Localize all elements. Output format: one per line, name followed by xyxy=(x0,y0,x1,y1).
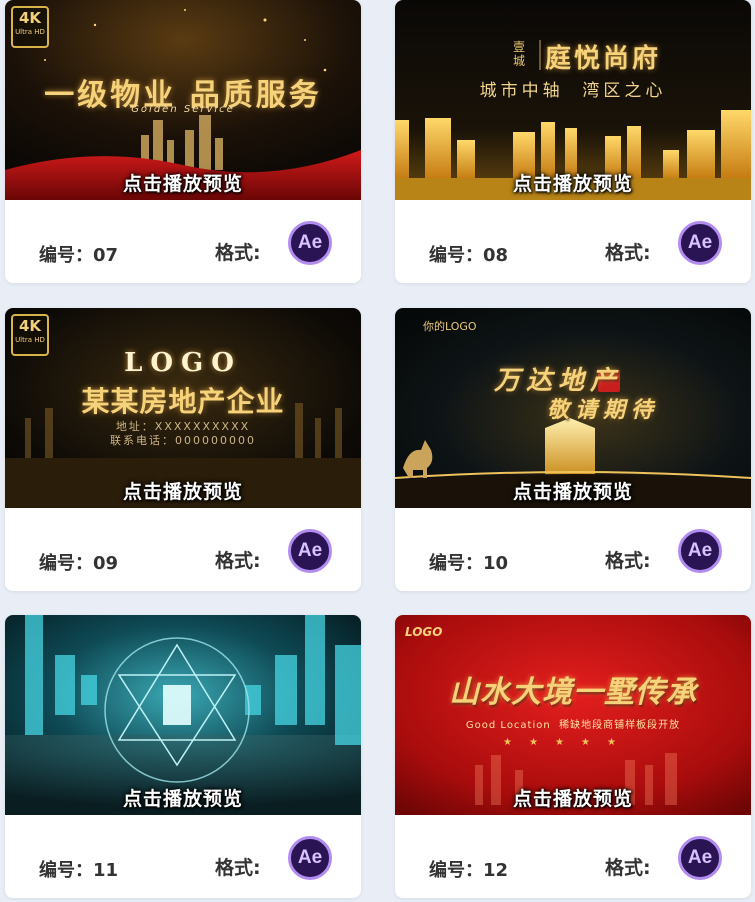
video-card-09[interactable]: 4K Ultra HD LOGO 某某房地产企业 地址：XXXXXXXXXX 联系… xyxy=(5,308,361,591)
thumbnail-subtitle-2: 联系电话：000000000 xyxy=(110,434,256,447)
video-thumbnail[interactable]: 点击播放预览 xyxy=(5,615,361,815)
thumbnail-title: 庭悦尚府 xyxy=(544,44,661,74)
video-card-12[interactable]: ★ ★ ★ ★ ★ LOGO 山水大境一墅传承 Good Location 稀缺… xyxy=(395,615,751,898)
card-meta: 编号：10 格式: Ae xyxy=(395,508,751,591)
card-meta: 编号：08 格式: Ae xyxy=(395,200,751,283)
4k-badge-icon: 4K Ultra HD xyxy=(11,6,49,48)
svg-text:★: ★ xyxy=(503,737,512,748)
play-preview-label[interactable]: 点击播放预览 xyxy=(395,169,751,196)
code-label: 编号：07 xyxy=(39,245,119,266)
format-label: 格式: xyxy=(605,242,651,264)
thumbnail-subtitle: Good Location 稀缺地段商铺样板段开放 xyxy=(465,720,681,731)
card-meta: 编号：07 格式: Ae xyxy=(5,200,361,283)
play-preview-label[interactable]: 点击播放预览 xyxy=(5,477,361,504)
play-preview-label[interactable]: 点击播放预览 xyxy=(5,784,361,811)
after-effects-icon: Ae xyxy=(288,529,332,573)
video-thumbnail[interactable]: 你的LOGO 万达地产 敬请期待 点击播放预览 xyxy=(395,308,751,508)
code-label: 编号：12 xyxy=(429,860,509,881)
thumbnail-title: 山水大境一墅传承 xyxy=(449,675,697,710)
video-card-11[interactable]: 点击播放预览 编号：11 格式: Ae xyxy=(5,615,361,898)
thumbnail-title: 某某房地产企业 xyxy=(81,385,285,418)
after-effects-icon: Ae xyxy=(288,221,332,265)
play-preview-label[interactable]: 点击播放预览 xyxy=(5,169,361,196)
svg-text:★: ★ xyxy=(607,737,616,748)
play-preview-label[interactable]: 点击播放预览 xyxy=(395,477,751,504)
format-label: 格式: xyxy=(215,242,261,264)
card-meta: 编号：09 格式: Ae xyxy=(5,508,361,591)
video-thumbnail[interactable]: 壹城 庭悦尚府 城市中轴 湾区之心 点击播放预览 xyxy=(395,0,751,200)
thumbnail-logo: LOGO xyxy=(124,348,242,378)
thumbnail-subtitle: 城市中轴 湾区之心 xyxy=(479,81,667,101)
video-card-08[interactable]: 壹城 庭悦尚府 城市中轴 湾区之心 点击播放预览 编号：08 格式: Ae xyxy=(395,0,751,283)
after-effects-icon: Ae xyxy=(678,221,722,265)
after-effects-icon: Ae xyxy=(678,529,722,573)
svg-text:★: ★ xyxy=(555,737,564,748)
code-label: 编号：10 xyxy=(429,553,509,574)
thumbnail-subtitle: 敬请期待 xyxy=(546,397,659,423)
format-label: 格式: xyxy=(215,857,261,879)
thumbnail-logo: 你的LOGO xyxy=(423,320,477,333)
code-label: 编号：09 xyxy=(39,553,119,574)
after-effects-icon: Ae xyxy=(678,836,722,880)
format-label: 格式: xyxy=(605,857,651,879)
play-preview-label[interactable]: 点击播放预览 xyxy=(395,784,751,811)
code-label: 编号：11 xyxy=(39,860,119,881)
after-effects-icon: Ae xyxy=(288,836,332,880)
video-card-10[interactable]: 你的LOGO 万达地产 敬请期待 点击播放预览 编号：10 格式: Ae xyxy=(395,308,751,591)
svg-text:★: ★ xyxy=(581,737,590,748)
card-meta: 编号：11 格式: Ae xyxy=(5,815,361,898)
thumbnail-subtitle: Golden Service xyxy=(131,104,235,115)
thumbnail-logo: LOGO xyxy=(405,625,443,639)
code-label: 编号：08 xyxy=(429,245,509,266)
video-thumbnail[interactable]: 4K Ultra HD LOGO 某某房地产企业 地址：XXXXXXXXXX 联系… xyxy=(5,308,361,508)
format-label: 格式: xyxy=(215,550,261,572)
svg-text:★: ★ xyxy=(529,737,538,748)
card-meta: 编号：12 格式: Ae xyxy=(395,815,751,898)
video-card-07[interactable]: 4K Ultra HD 一级物业 品质服务 Golden Service 点击播放… xyxy=(5,0,361,283)
format-label: 格式: xyxy=(605,550,651,572)
video-thumbnail[interactable]: ★ ★ ★ ★ ★ LOGO 山水大境一墅传承 Good Location 稀缺… xyxy=(395,615,751,815)
video-thumbnail[interactable]: 4K Ultra HD 一级物业 品质服务 Golden Service 点击播放… xyxy=(5,0,361,200)
